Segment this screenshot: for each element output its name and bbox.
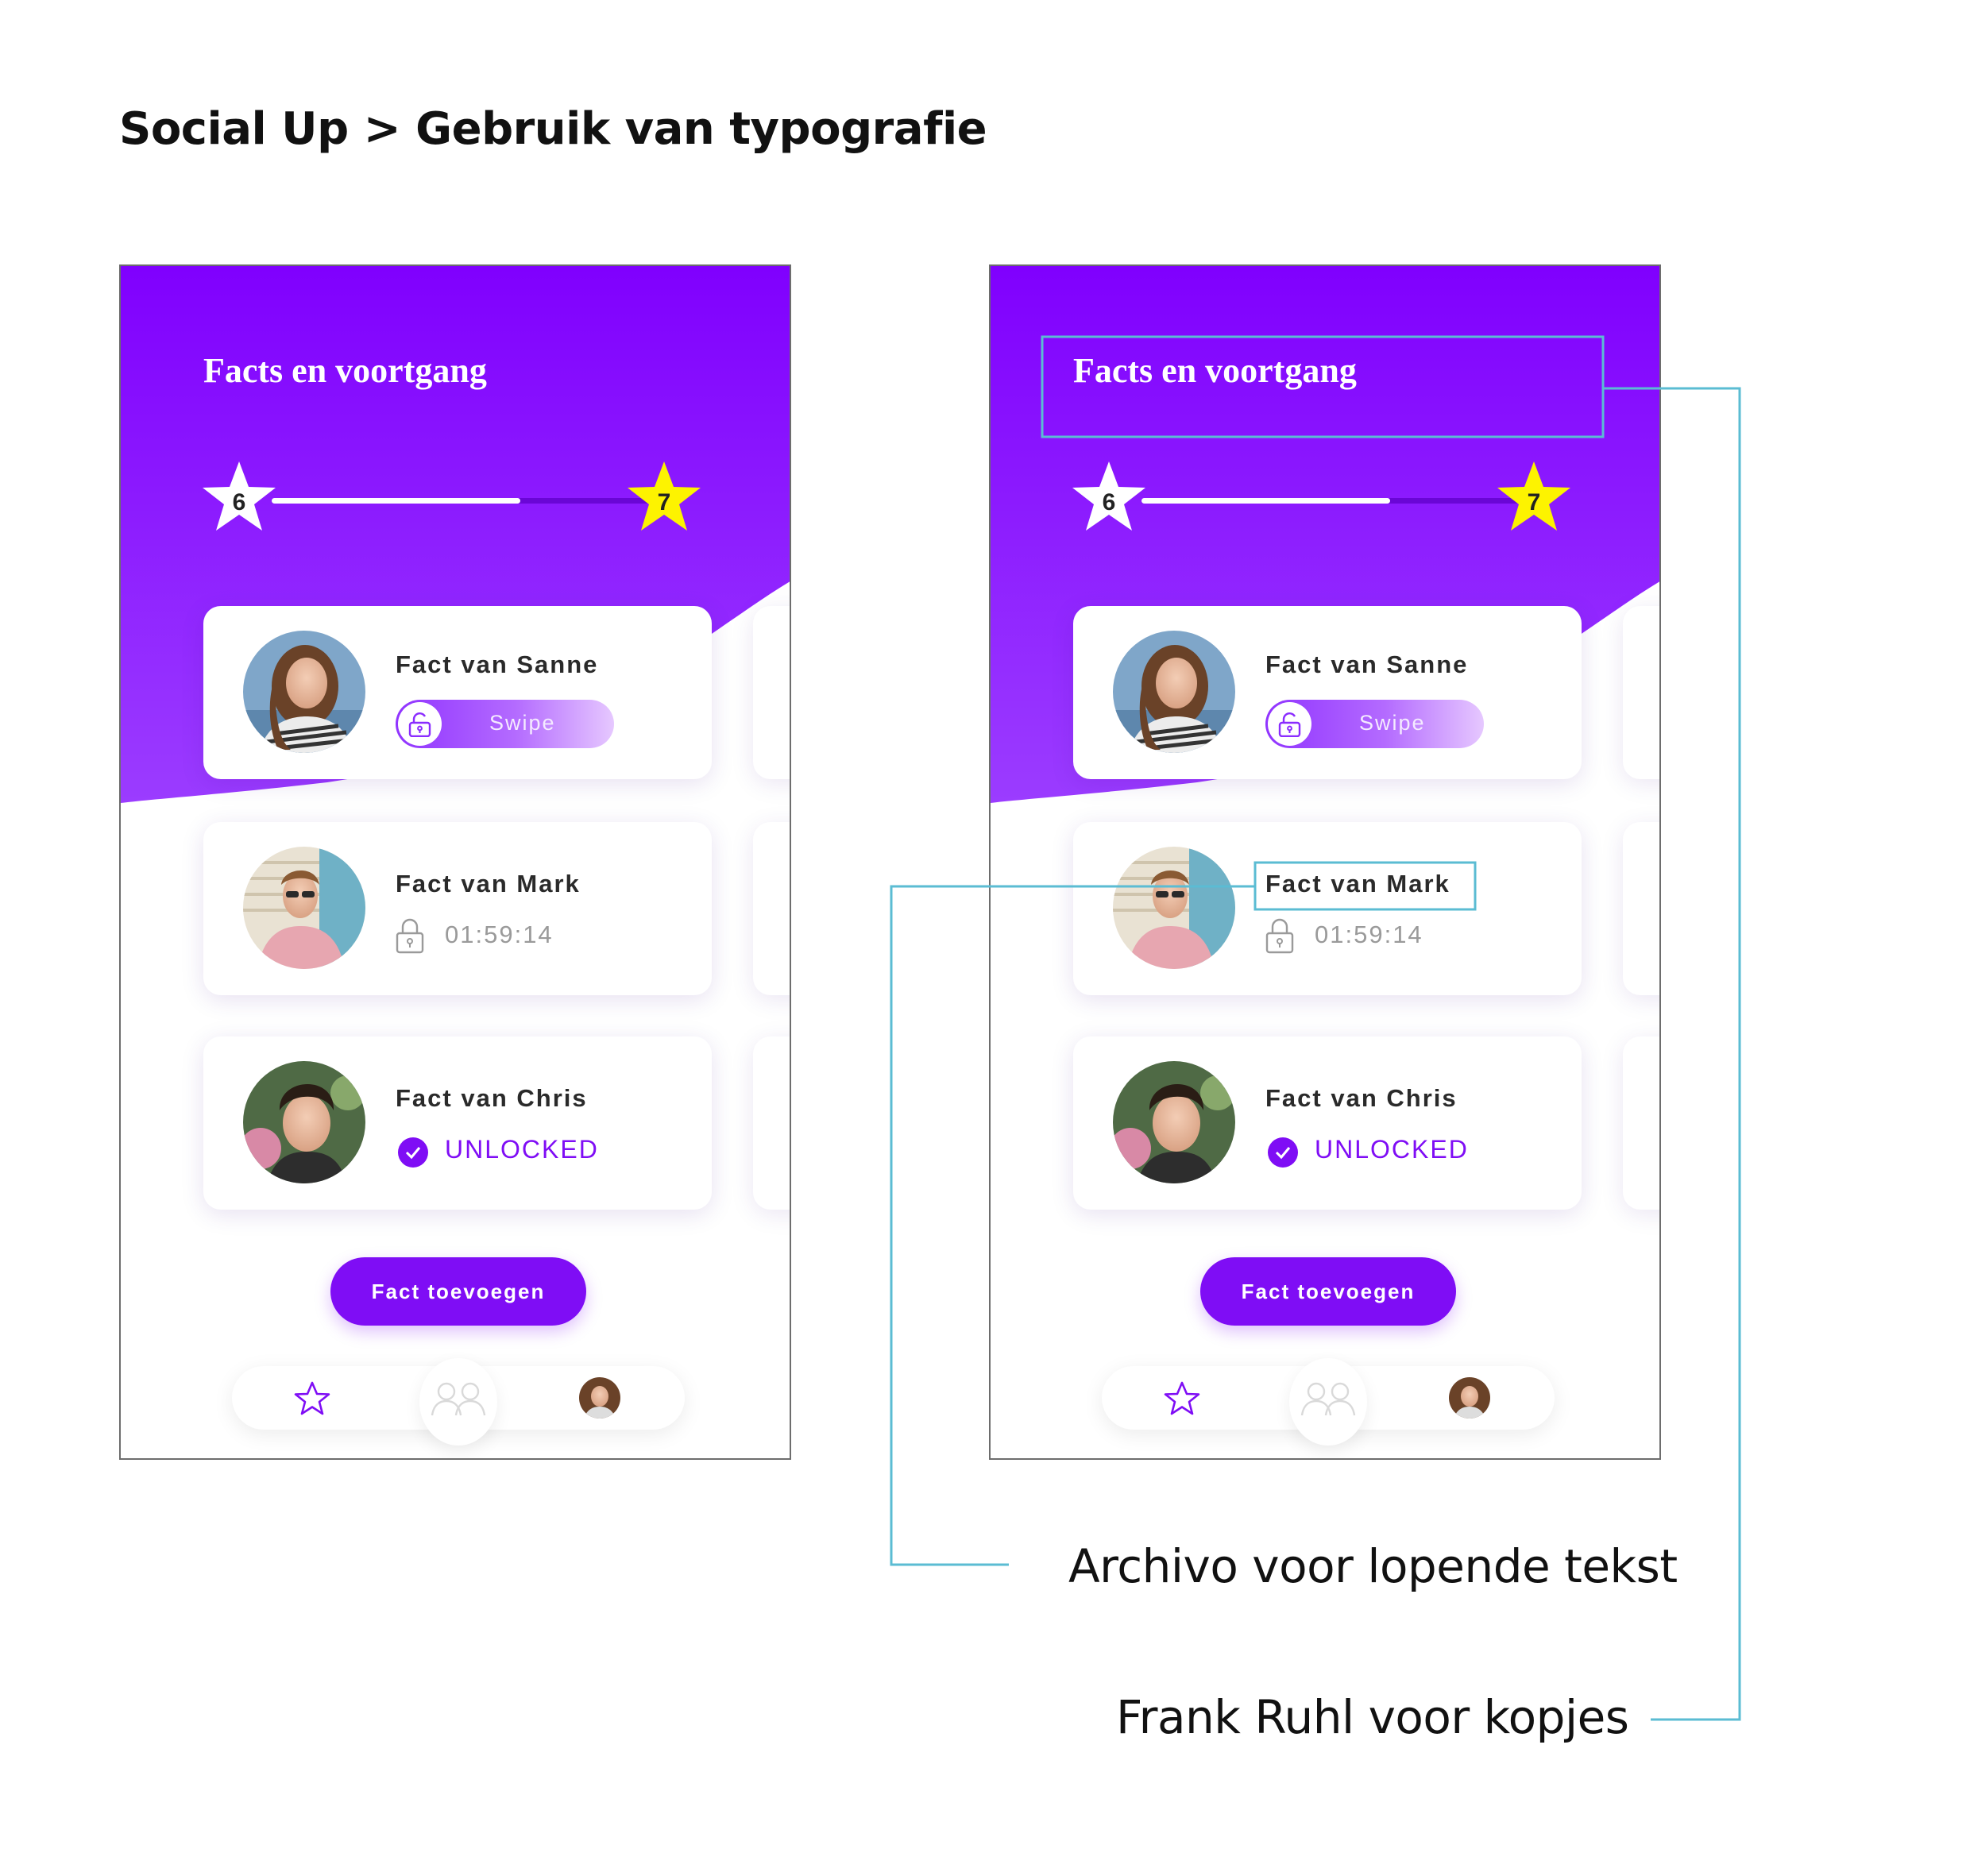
profile-avatar[interactable] [1449, 1377, 1490, 1419]
avatar-mark [243, 847, 365, 969]
level-progress-fill [272, 498, 521, 504]
avatar-sanne [243, 631, 365, 753]
next-level-star: 7 [624, 458, 704, 538]
heading-font-annotation: Frank Ruhl voor kopjes [1116, 1690, 1629, 1744]
fact-title: Fact van Mark [1265, 870, 1450, 897]
fact-title: Fact van Chris [396, 1084, 588, 1112]
avatar-chris [243, 1061, 365, 1183]
add-fact-button[interactable]: Fact toevoegen [1200, 1257, 1456, 1326]
check-circle-icon [398, 1137, 428, 1168]
fact-title: Fact van Mark [396, 870, 581, 897]
current-level-number: 6 [1102, 489, 1116, 515]
fact-card-sanne[interactable]: Fact van Sanne Swipe [1073, 606, 1582, 779]
star-icon[interactable] [294, 1380, 330, 1417]
header-title: Facts en voortgang [203, 351, 487, 390]
fact-title: Fact van Sanne [1265, 650, 1469, 678]
lock-icon [1265, 918, 1294, 954]
swipe-label: Swipe [1359, 711, 1426, 735]
fact-card-mark[interactable]: Fact van Mark 01:59:14 [1073, 822, 1582, 995]
unlocked-status: UNLOCKED [1315, 1135, 1469, 1164]
level-progress-fill [1141, 498, 1391, 504]
next-card-peek[interactable] [753, 822, 790, 995]
unlocked-lock-icon [1278, 712, 1301, 737]
star-icon[interactable] [1164, 1380, 1200, 1417]
fact-card-chris[interactable]: Fact van Chris UNLOCKED [203, 1036, 712, 1210]
people-icon[interactable] [1299, 1379, 1358, 1417]
current-level-star: 6 [199, 458, 279, 538]
fact-card-chris[interactable]: Fact van Chris UNLOCKED [1073, 1036, 1582, 1210]
unlock-timer: 01:59:14 [1315, 921, 1423, 948]
check-circle-icon [1268, 1137, 1298, 1168]
bottom-navigation [232, 1358, 685, 1446]
header-title: Facts en voortgang [1073, 351, 1357, 390]
next-level-number: 7 [1527, 489, 1541, 515]
next-card-peek[interactable] [753, 1036, 790, 1210]
level-progress-bar [1141, 498, 1543, 504]
fact-title: Fact van Chris [1265, 1084, 1458, 1112]
next-level-star: 7 [1494, 458, 1574, 538]
unlocked-lock-icon [408, 712, 431, 737]
next-card-peek[interactable] [1623, 822, 1659, 995]
phone-screen-plain: Facts en voortgang 6 7 Fact van Sanne Sw… [119, 264, 791, 1460]
swipe-label: Swipe [489, 711, 556, 735]
swipe-handle[interactable] [398, 702, 442, 746]
profile-avatar[interactable] [579, 1377, 620, 1419]
unlock-timer: 01:59:14 [445, 921, 554, 948]
level-progress-bar [272, 498, 673, 504]
avatar-chris [1113, 1061, 1235, 1183]
avatar-sanne [1113, 631, 1235, 753]
current-level-number: 6 [232, 489, 246, 515]
next-card-peek[interactable] [753, 606, 790, 779]
swipe-handle[interactable] [1268, 702, 1311, 746]
page-title: Social Up > Gebruik van typografie [119, 103, 987, 155]
phone-screen-annotated: Facts en voortgang 6 7 Fact van Sanne Sw… [989, 264, 1661, 1460]
bottom-navigation [1102, 1358, 1555, 1446]
next-card-peek[interactable] [1623, 1036, 1659, 1210]
next-level-number: 7 [657, 489, 671, 515]
swipe-unlock-slider[interactable]: Swipe [396, 700, 614, 748]
fact-title: Fact van Sanne [396, 650, 599, 678]
swipe-unlock-slider[interactable]: Swipe [1265, 700, 1484, 748]
fact-card-sanne[interactable]: Fact van Sanne Swipe [203, 606, 712, 779]
people-icon[interactable] [429, 1379, 488, 1417]
avatar-mark [1113, 847, 1235, 969]
body-font-annotation: Archivo voor lopende tekst [1068, 1539, 1678, 1593]
fact-card-mark[interactable]: Fact van Mark 01:59:14 [203, 822, 712, 995]
current-level-star: 6 [1069, 458, 1149, 538]
next-card-peek[interactable] [1623, 606, 1659, 779]
unlocked-status: UNLOCKED [445, 1135, 599, 1164]
lock-icon [396, 918, 424, 954]
add-fact-button[interactable]: Fact toevoegen [330, 1257, 586, 1326]
